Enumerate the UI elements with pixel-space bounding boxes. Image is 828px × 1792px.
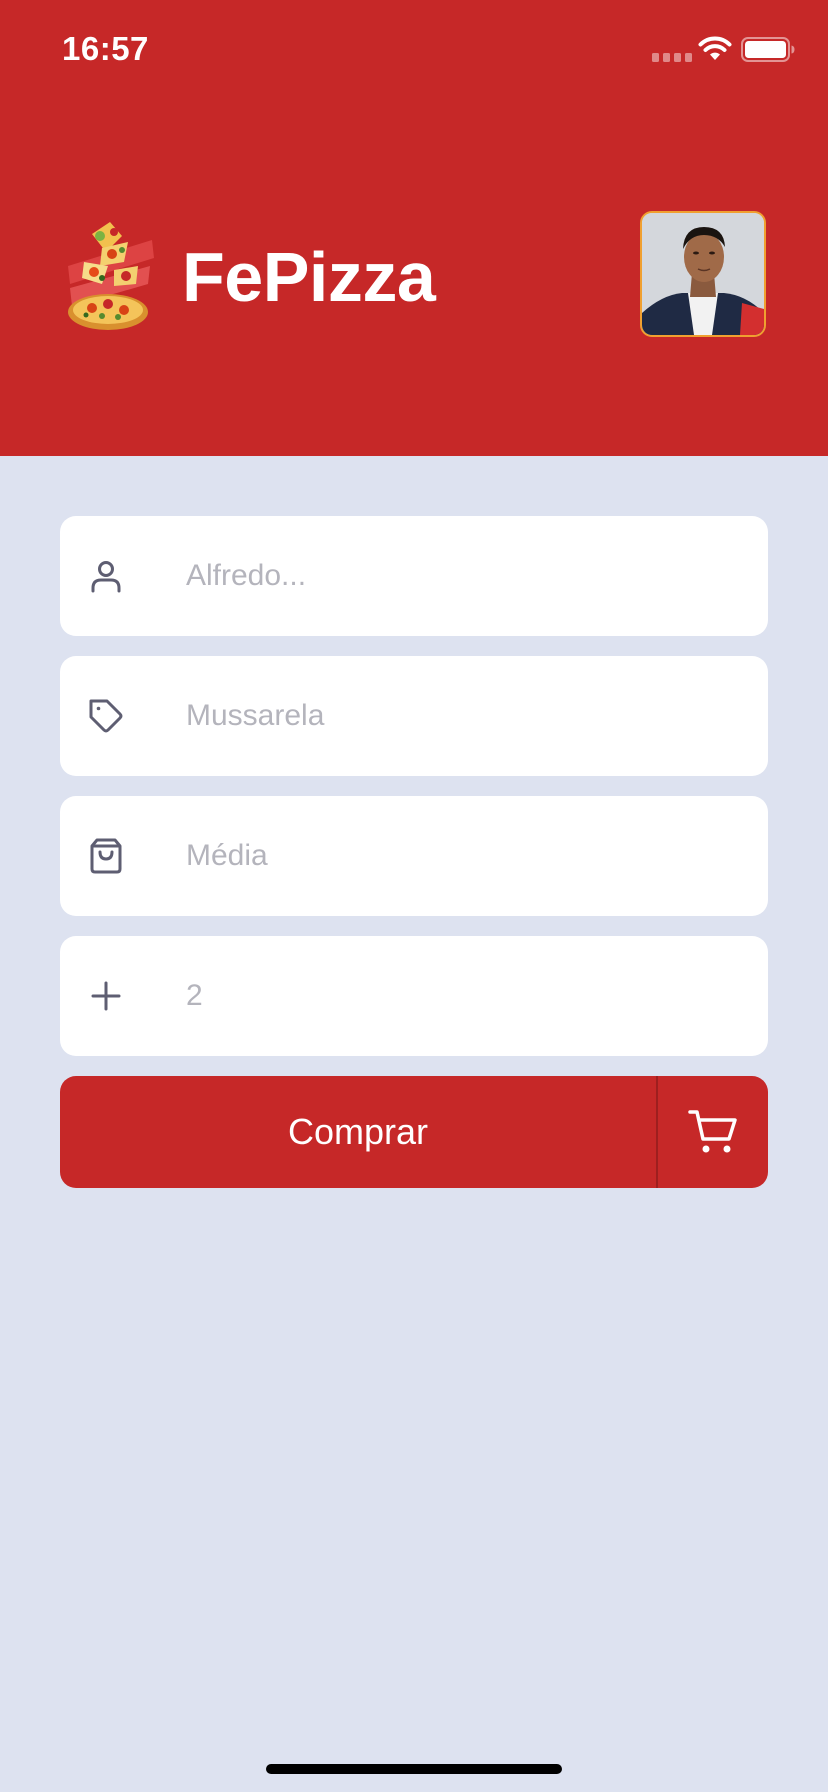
- buy-button[interactable]: Comprar: [60, 1076, 656, 1188]
- quantity-field[interactable]: [60, 936, 768, 1056]
- battery-icon: [741, 37, 795, 62]
- tag-icon: [89, 699, 123, 733]
- shopping-cart-icon: [688, 1110, 737, 1153]
- cellular-signal-icon: [652, 53, 692, 62]
- order-form: Comprar: [60, 516, 768, 1188]
- buy-row: Comprar: [60, 1076, 768, 1188]
- flavor-input[interactable]: [186, 656, 746, 776]
- brand: FePizza: [62, 222, 436, 332]
- quantity-input[interactable]: [186, 936, 746, 1056]
- user-icon: [91, 561, 121, 593]
- status-bar: 16:57: [0, 0, 828, 100]
- avatar[interactable]: [640, 211, 766, 337]
- pizza-logo-icon: [68, 222, 154, 330]
- shopping-bag-icon: [90, 838, 122, 874]
- app-title: FePizza: [182, 238, 436, 316]
- plus-icon: [91, 981, 121, 1011]
- size-field[interactable]: [60, 796, 768, 916]
- customer-name-field[interactable]: [60, 516, 768, 636]
- size-input[interactable]: [186, 796, 746, 916]
- screen: 16:57 FePizza Alfredo... Mussarela Média…: [0, 0, 828, 1792]
- header: 16:57 FePizza: [0, 0, 828, 456]
- customer-name-input[interactable]: [186, 516, 746, 636]
- home-indicator: [266, 1764, 562, 1774]
- wifi-icon: [698, 36, 732, 60]
- cart-button[interactable]: [656, 1076, 768, 1188]
- status-time: 16:57: [62, 30, 149, 67]
- flavor-field[interactable]: [60, 656, 768, 776]
